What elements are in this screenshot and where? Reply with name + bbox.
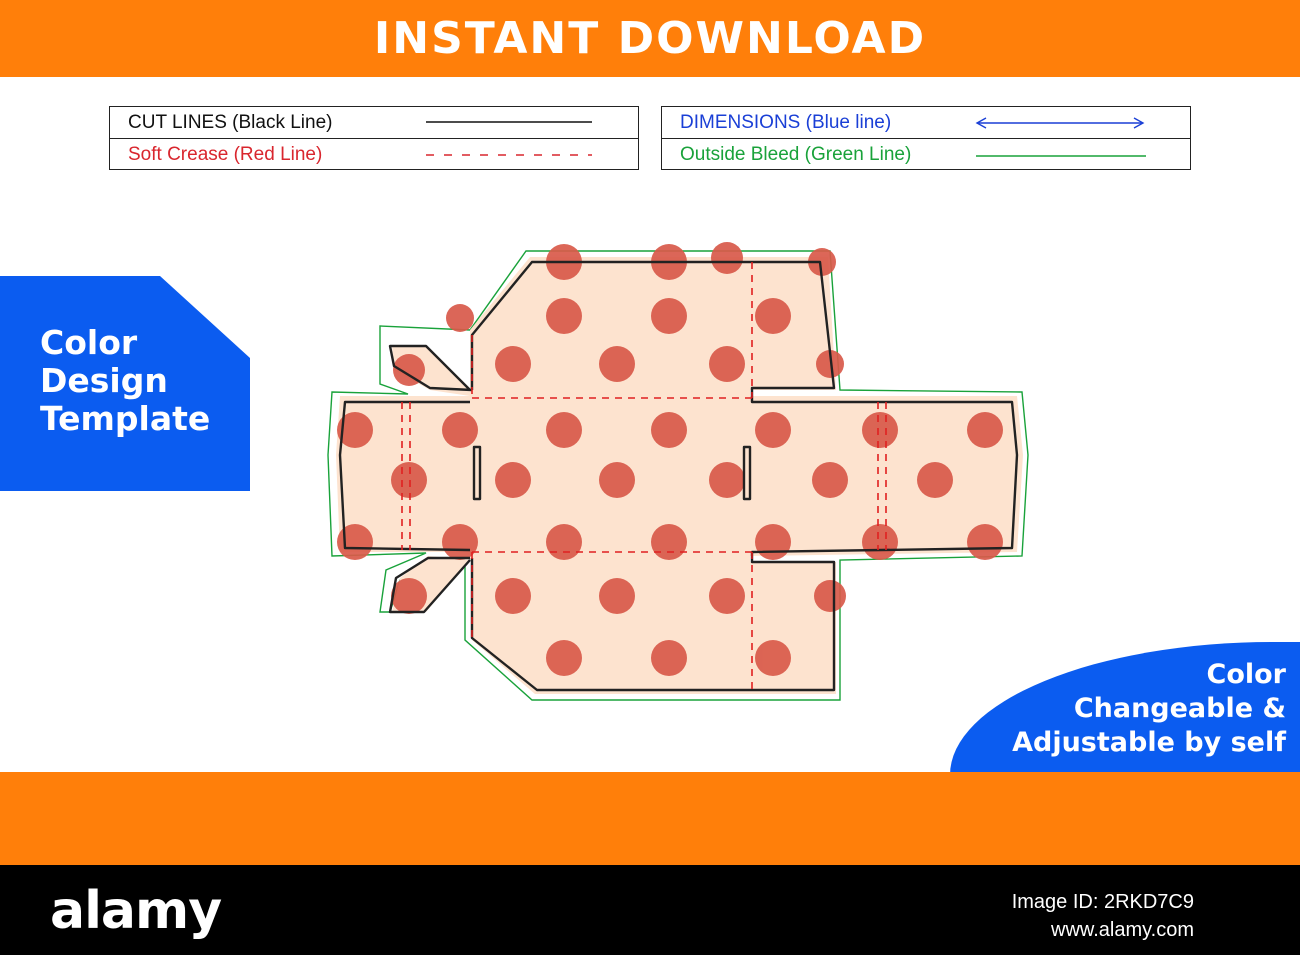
footer-bar: alamy Image ID: 2RKD7C9 www.alamy.com [0, 865, 1300, 955]
corner-tag-line3: Adjustable by self [1012, 727, 1286, 758]
bottom-banner [0, 772, 1300, 865]
footer-site: www.alamy.com [1051, 919, 1194, 941]
footer-brand: alamy [50, 881, 222, 941]
footer-image-id: Image ID: 2RKD7C9 [1011, 891, 1194, 913]
corner-tag-line1: Color [1206, 659, 1286, 690]
corner-tag-line2: Changeable & [1073, 693, 1286, 724]
